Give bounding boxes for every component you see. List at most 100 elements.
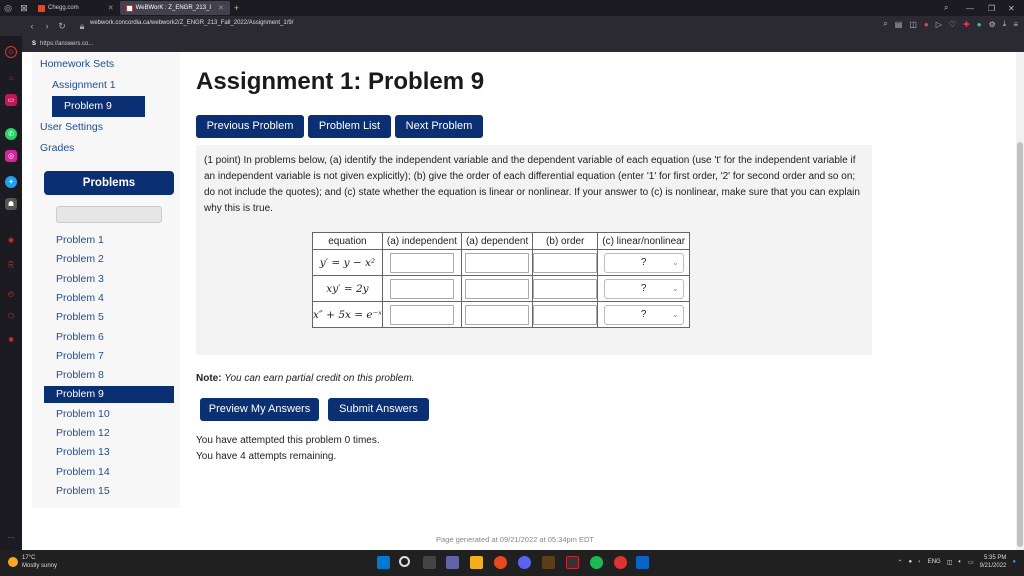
close-tab-icon[interactable]: ✕: [218, 4, 224, 12]
firefox-icon[interactable]: [494, 556, 507, 569]
new-tab-icon[interactable]: +: [234, 3, 239, 13]
problem-link[interactable]: Problem 5: [46, 309, 176, 326]
tray-app-icon[interactable]: ◐: [918, 559, 922, 565]
sidebar-app-icon[interactable]: ◉: [5, 234, 17, 246]
tab-list-icon[interactable]: ⊠: [16, 0, 32, 16]
problem-link[interactable]: Problem 4: [46, 290, 176, 307]
menu-icon[interactable]: ≡: [1013, 20, 1018, 29]
file-explorer-icon[interactable]: [470, 556, 483, 569]
discord-icon[interactable]: ☗: [5, 198, 17, 210]
problems-filter-input[interactable]: [56, 206, 162, 223]
order-input[interactable]: [533, 304, 598, 325]
sidebar-app-icon[interactable]: ⌂: [5, 72, 17, 84]
assignment-link[interactable]: Assignment 1: [52, 79, 116, 91]
weather-widget[interactable]: 17°C Mostly sunny: [8, 554, 57, 570]
problem-link[interactable]: Problem 6: [46, 329, 176, 346]
app-icon[interactable]: [542, 556, 555, 569]
preview-answers-button[interactable]: Preview My Answers: [200, 398, 319, 421]
minimize-icon[interactable]: —: [966, 0, 974, 16]
sidebar-app-icon[interactable]: ⎘: [5, 260, 17, 272]
problem-link[interactable]: Problem 7: [46, 348, 176, 365]
previous-problem-button[interactable]: Previous Problem: [196, 115, 304, 138]
problem-link[interactable]: Problem 2: [46, 251, 176, 268]
chevron-up-icon[interactable]: ⌃: [897, 559, 902, 566]
extension-icon[interactable]: ✚: [963, 20, 970, 29]
outlook-icon[interactable]: [636, 556, 649, 569]
screenshot-icon[interactable]: ◫: [909, 20, 917, 29]
clock[interactable]: 5:35 PM 9/21/2022: [980, 554, 1007, 570]
app-icon[interactable]: [566, 556, 579, 569]
sidebar-app-icon[interactable]: ▭: [5, 94, 17, 106]
independent-variable-input[interactable]: [389, 278, 454, 299]
reload-icon[interactable]: ↻: [56, 21, 68, 32]
more-icon[interactable]: …: [5, 530, 17, 542]
problem-link[interactable]: Problem 10: [46, 406, 176, 423]
bookmark-item[interactable]: https://answers.co...: [40, 41, 93, 47]
discord-icon[interactable]: [518, 556, 531, 569]
account-icon[interactable]: ●: [977, 20, 982, 29]
tab-webwork[interactable]: WeBWorK : Z_ENGR_213_I ✕: [119, 1, 230, 15]
back-icon[interactable]: ‹: [26, 21, 38, 31]
teams-icon[interactable]: [446, 556, 459, 569]
settings-icon[interactable]: ✺: [5, 334, 17, 346]
next-problem-button[interactable]: Next Problem: [395, 115, 483, 138]
history-icon[interactable]: ◴: [5, 288, 17, 300]
battery-icon[interactable]: ▭: [968, 559, 974, 566]
grades-link[interactable]: Grades: [40, 142, 74, 154]
reader-icon[interactable]: ▤: [895, 20, 903, 29]
volume-icon[interactable]: 🔈︎: [958, 559, 962, 566]
dependent-variable-input[interactable]: [465, 252, 530, 273]
close-tab-icon[interactable]: ✕: [108, 4, 114, 12]
problem-link[interactable]: Problem 14: [46, 464, 176, 481]
start-icon[interactable]: [377, 556, 390, 569]
twitter-icon[interactable]: ✦: [5, 176, 17, 188]
url-bar[interactable]: webwork.concordia.ca/webwork2/Z_ENGR_213…: [90, 20, 293, 26]
maximize-icon[interactable]: ❐: [988, 0, 995, 16]
instagram-icon[interactable]: ◎: [5, 150, 17, 162]
firefox-view-icon[interactable]: ◎: [0, 0, 16, 16]
bookmark-star-icon[interactable]: ♡: [949, 20, 956, 29]
submit-answers-button[interactable]: Submit Answers: [328, 398, 429, 421]
dependent-variable-input[interactable]: [465, 278, 530, 299]
extensions-icon[interactable]: ⚙: [989, 20, 996, 29]
pocket-icon[interactable]: ●: [924, 20, 929, 29]
dependent-variable-input[interactable]: [465, 304, 530, 325]
problem-link[interactable]: Problem 13: [46, 444, 176, 461]
app-icon[interactable]: [614, 556, 627, 569]
whatsapp-icon[interactable]: ✆: [5, 128, 17, 140]
wifi-icon[interactable]: ◫: [947, 559, 953, 566]
order-input[interactable]: [533, 278, 598, 299]
linearity-select[interactable]: ? ⌄: [603, 278, 684, 299]
task-view-icon[interactable]: [423, 556, 436, 569]
zoom-icon[interactable]: ⌕: [883, 19, 887, 29]
homework-sets-link[interactable]: Homework Sets: [40, 58, 114, 70]
problem-link[interactable]: Problem 12: [46, 425, 176, 442]
page-scrollbar[interactable]: [1016, 52, 1024, 550]
scrollbar-thumb[interactable]: [1017, 142, 1023, 547]
close-window-icon[interactable]: ✕: [1008, 0, 1015, 16]
spotify-icon[interactable]: [590, 556, 603, 569]
sidebar-app-icon[interactable]: ⊙: [5, 46, 17, 58]
sidebar-app-icon[interactable]: ⬡: [5, 310, 17, 322]
send-icon[interactable]: ▷: [936, 20, 942, 29]
problem-link[interactable]: Problem 15: [46, 483, 176, 500]
notification-icon[interactable]: ●: [1012, 559, 1016, 565]
tray-app-icon[interactable]: ●: [908, 559, 912, 565]
linearity-select[interactable]: ? ⌄: [603, 304, 684, 325]
problem-list-button[interactable]: Problem List: [308, 115, 391, 138]
order-input[interactable]: [533, 252, 598, 273]
independent-variable-input[interactable]: [389, 252, 454, 273]
problem-link[interactable]: Problem 9: [44, 386, 174, 403]
problem-link[interactable]: Problem 8: [46, 367, 176, 384]
problem-link[interactable]: Problem 1: [46, 232, 176, 249]
problem-link[interactable]: Problem 3: [46, 271, 176, 288]
current-problem-link[interactable]: Problem 9: [52, 96, 145, 117]
search-tabs-icon[interactable]: ⌕: [944, 0, 948, 16]
user-settings-link[interactable]: User Settings: [40, 121, 103, 133]
forward-icon[interactable]: ›: [41, 21, 53, 31]
independent-variable-input[interactable]: [389, 304, 454, 325]
downloads-icon[interactable]: ⤓: [1003, 19, 1007, 29]
tab-chegg[interactable]: Chegg.com ✕: [32, 1, 120, 15]
linearity-select[interactable]: ? ⌄: [603, 252, 684, 273]
search-icon[interactable]: [399, 556, 410, 567]
